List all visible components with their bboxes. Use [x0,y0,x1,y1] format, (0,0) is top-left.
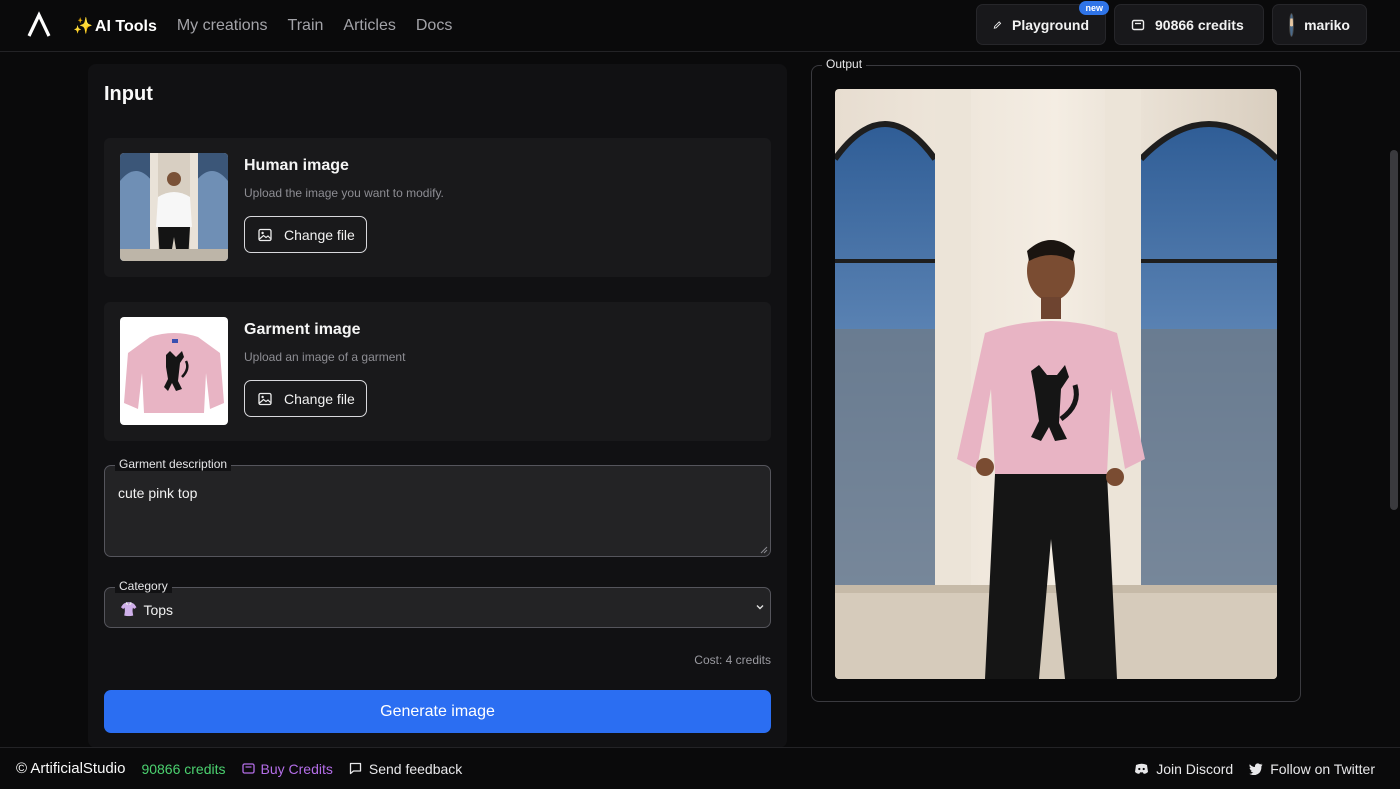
human-image-card: Human image Upload the image you want to… [104,138,771,277]
garment-description-label: Garment description [115,457,232,471]
human-change-file-label: Change file [284,226,355,243]
garment-description-value: cute pink top [118,485,198,501]
send-feedback-label: Send feedback [368,760,463,777]
send-feedback-link[interactable]: Send feedback [349,761,462,777]
footer-brand[interactable]: © ArtificialStudio [16,760,125,777]
nav-right: Playground new 90866 credits mariko [976,1,1367,45]
nav-docs[interactable]: Docs [416,17,452,35]
buy-credits-link[interactable]: Buy Credits [241,760,333,777]
category-label: Category [115,579,172,593]
output-label: Output [822,57,867,71]
resize-handle-icon[interactable] [759,545,768,554]
output-panel: Output [811,57,1301,702]
output-image[interactable] [835,89,1277,679]
join-discord-link[interactable]: Join Discord [1134,761,1233,777]
footer-right: Join Discord Follow on Twitter [1134,748,1375,789]
nav-links: ✨ AI Tools My creations Train Articles Do… [73,0,452,52]
garment-description-field[interactable]: Garment description cute pink top [104,457,771,557]
comment-icon [349,762,362,775]
new-badge: new [1079,1,1109,15]
nav-train[interactable]: Train [288,17,324,35]
human-change-file-button[interactable]: Change file [244,216,367,253]
garment-image-thumbnail [120,317,228,425]
nav-ai-tools-label: AI Tools [94,18,157,35]
chevron-down-icon [756,605,764,610]
follow-twitter-label: Follow on Twitter [1270,760,1375,777]
scrollbar[interactable] [1390,150,1398,510]
human-image-thumbnail [120,153,228,261]
footer-credits: 90866 credits [141,760,226,777]
input-panel: Input Human image Upload the image you w… [88,64,787,748]
image-icon [258,392,272,405]
wallet-icon [241,763,255,774]
category-selected: 👚 Tops [120,601,173,618]
category-value: Tops [143,601,174,618]
garment-image-description: Upload an image of a garment [244,350,406,364]
credits-label: 90866 credits [1155,16,1244,33]
wallet-icon [1131,19,1145,30]
top-nav: ✨ AI Tools My creations Train Articles Do… [0,0,1400,52]
avatar [1289,12,1295,37]
category-select[interactable]: Category 👚 Tops [104,579,771,628]
nav-ai-tools[interactable]: ✨ AI Tools [73,16,157,36]
footer: © ArtificialStudio 90866 credits Buy Cre… [0,747,1400,788]
cost-label: Cost: 4 credits [694,653,771,667]
input-title: Input [104,83,153,105]
credits-button[interactable]: 90866 credits [1114,4,1264,45]
logo-icon[interactable] [24,10,54,40]
generate-image-button[interactable]: Generate image [104,690,771,733]
tshirt-icon: 👚 [120,601,138,617]
playground-label: Playground [1011,16,1089,33]
username: mariko [1304,16,1350,33]
nav-my-creations[interactable]: My creations [177,17,268,35]
sparkle-icon: ✨ [73,18,93,35]
human-image-title: Human image [244,157,349,174]
twitter-icon [1249,762,1263,775]
image-icon [258,228,272,241]
footer-left: © ArtificialStudio 90866 credits Buy Cre… [16,748,462,789]
user-menu[interactable]: mariko [1272,4,1367,45]
pencil-icon [993,20,1002,29]
buy-credits-label: Buy Credits [260,760,333,777]
garment-change-file-button[interactable]: Change file [244,380,367,417]
nav-articles[interactable]: Articles [343,17,395,35]
human-image-description: Upload the image you want to modify. [244,186,444,200]
discord-icon [1135,763,1149,774]
follow-twitter-link[interactable]: Follow on Twitter [1249,761,1375,777]
garment-change-file-label: Change file [284,390,355,407]
join-discord-label: Join Discord [1156,760,1234,777]
playground-button[interactable]: Playground new [976,1,1109,45]
garment-image-title: Garment image [244,321,361,338]
garment-image-card: Garment image Upload an image of a garme… [104,302,771,441]
